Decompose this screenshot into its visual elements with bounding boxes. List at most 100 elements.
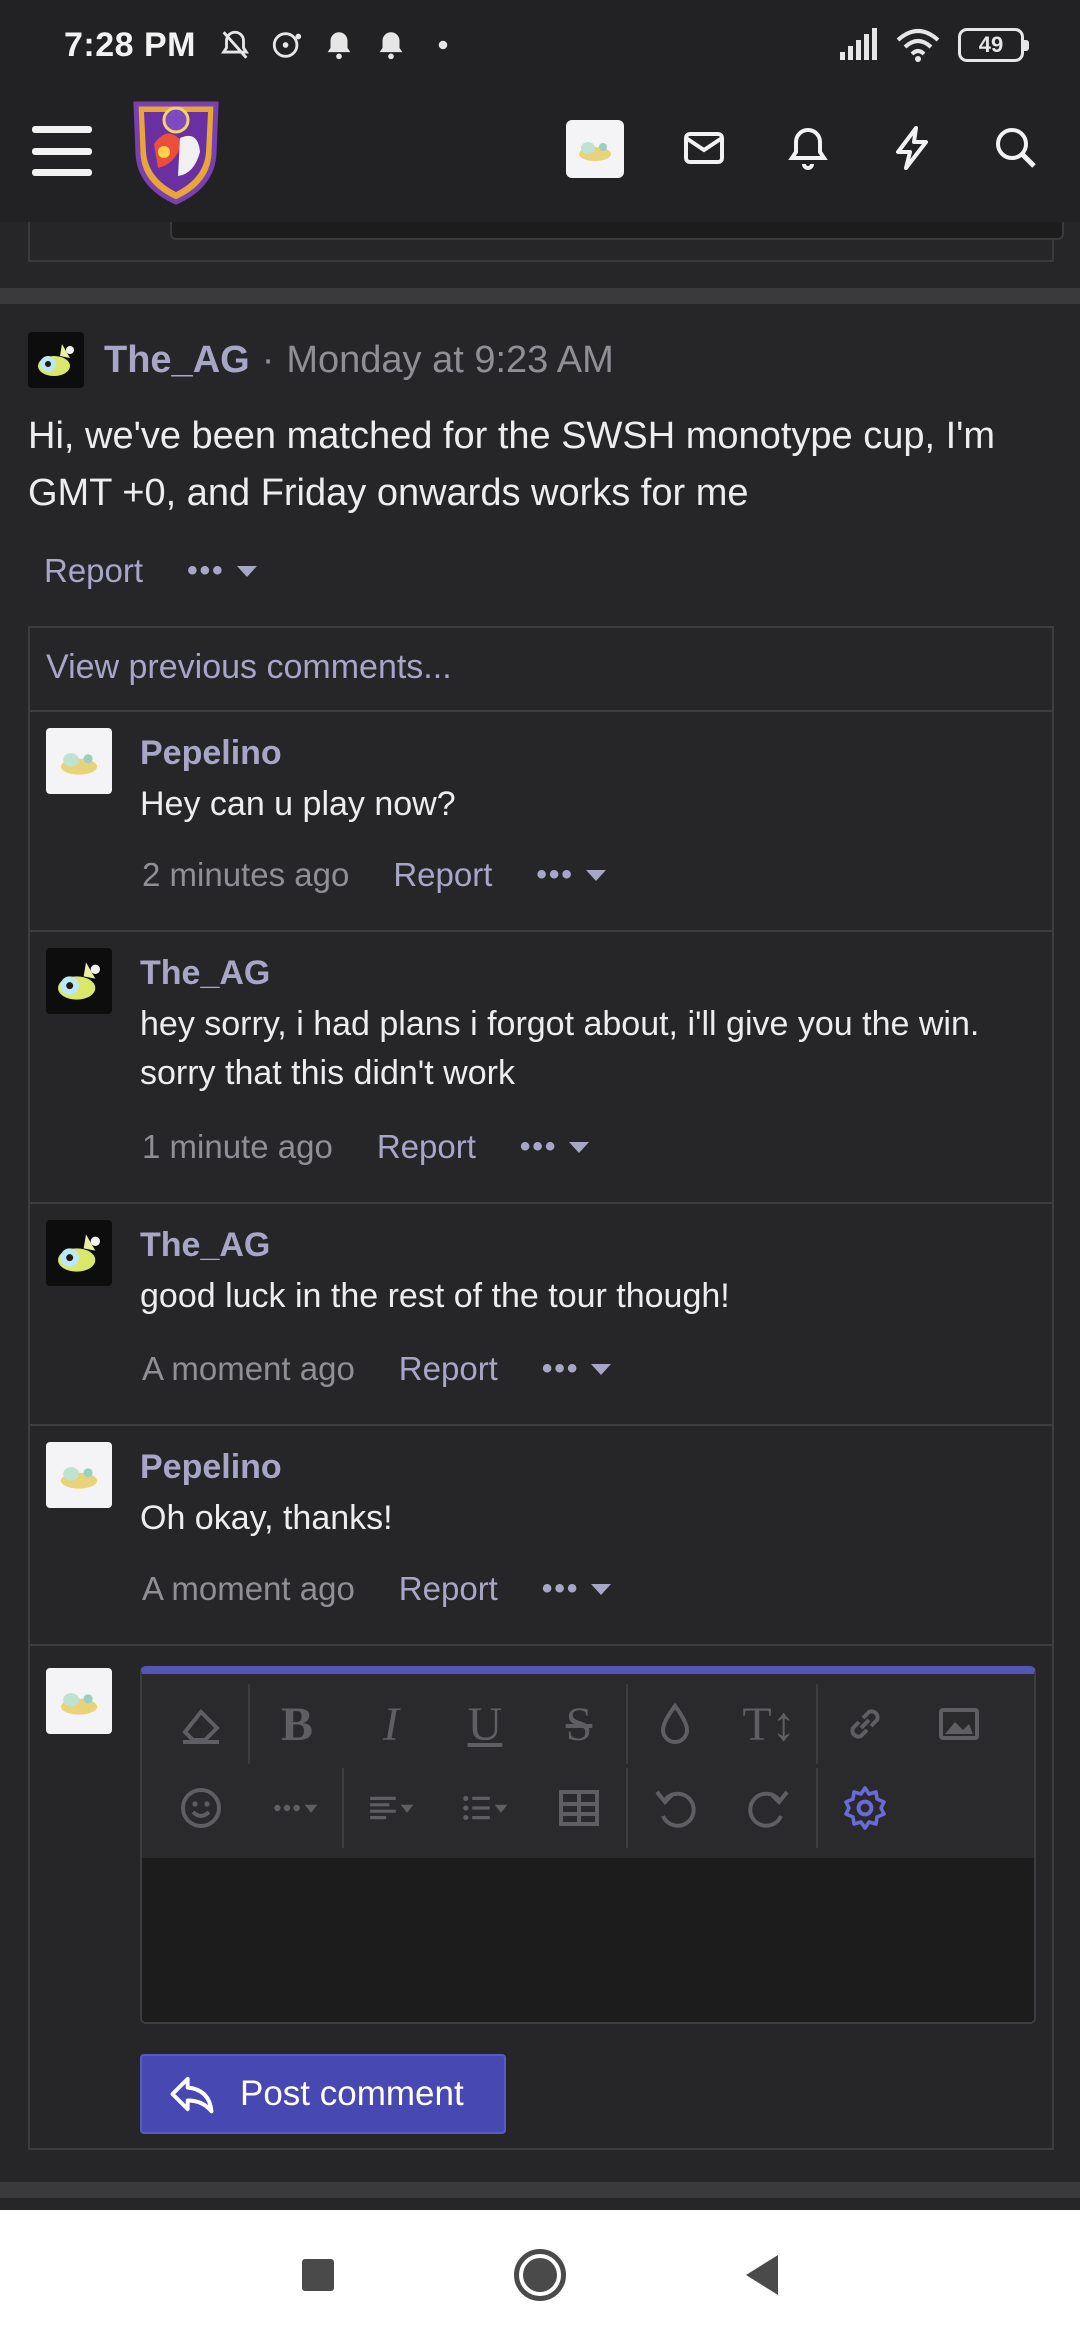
italic-icon[interactable]: I — [344, 1682, 438, 1766]
settings-icon[interactable] — [818, 1766, 912, 1850]
redo-icon[interactable] — [722, 1766, 816, 1850]
undo-icon[interactable] — [628, 1766, 722, 1850]
comment-meta: 2 minutes ago Report ••• — [142, 856, 606, 894]
comment: The_AG good luck in the rest of the tour… — [30, 1204, 1052, 1426]
post-date[interactable]: Monday at 9:23 AM — [286, 339, 613, 382]
editor-text-area[interactable] — [142, 1858, 1034, 2022]
comment-meta: A moment ago Report ••• — [142, 1350, 612, 1388]
site-logo[interactable] — [128, 94, 224, 206]
comment: Pepelino Oh okay, thanks! A moment ago R… — [30, 1426, 1052, 1646]
user-avatar[interactable] — [566, 120, 624, 178]
post-body: Hi, we've been matched for the SWSH mono… — [28, 415, 996, 514]
more-menu[interactable]: ••• — [536, 858, 606, 892]
align-icon[interactable] — [344, 1766, 438, 1850]
comment-avatar[interactable] — [46, 728, 112, 794]
comment-meta: 1 minute ago Report ••• — [142, 1128, 590, 1166]
post-actions: Report ••• — [44, 552, 257, 590]
comment: Pepelino Hey can u play now? 2 minutes a… — [30, 712, 1052, 932]
image-icon[interactable] — [912, 1682, 1006, 1766]
more-menu[interactable]: ••• — [542, 1352, 612, 1386]
dot-icon — [438, 40, 448, 50]
comment-time[interactable]: 1 minute ago — [142, 1128, 333, 1166]
strikethrough-icon[interactable]: S — [532, 1682, 626, 1766]
more-dropdown-icon[interactable] — [248, 1766, 342, 1850]
post-author-avatar[interactable] — [28, 332, 84, 388]
comment-editor: B I U S T↕ — [140, 1666, 1036, 2024]
comment-author[interactable]: Pepelino — [140, 734, 282, 773]
comment-text: good luck in the rest of the tour though… — [140, 1277, 730, 1315]
comment-avatar[interactable] — [46, 948, 112, 1014]
report-link[interactable]: Report — [44, 552, 143, 590]
chevron-down-icon — [236, 565, 257, 577]
home-button[interactable] — [514, 2249, 566, 2301]
color-drop-icon[interactable] — [628, 1682, 722, 1766]
comments-section: View previous comments... Pepelino Hey c… — [28, 626, 1054, 2150]
text-size-icon[interactable]: T↕ — [722, 1682, 816, 1766]
toolbar-row — [142, 1766, 1034, 1850]
more-menu[interactable]: ••• — [187, 554, 257, 588]
wifi-icon — [896, 29, 940, 62]
comment-author[interactable]: Pepelino — [140, 1448, 282, 1487]
report-link[interactable]: Report — [393, 856, 492, 894]
report-link[interactable]: Report — [377, 1128, 476, 1166]
comment-text: Hey can u play now? — [140, 785, 456, 823]
more-dots: ••• — [541, 1352, 580, 1385]
signal-icon — [840, 28, 877, 60]
post-divider — [0, 288, 1080, 304]
link-icon[interactable] — [818, 1682, 912, 1766]
chevron-down-icon — [585, 869, 606, 881]
post-comment-button[interactable]: Post comment — [140, 2054, 506, 2134]
search-icon[interactable] — [986, 118, 1046, 178]
chat-bubble-icon — [272, 32, 302, 58]
post-comment-label: Post comment — [240, 2074, 464, 2113]
underline-icon[interactable]: U — [438, 1682, 532, 1766]
recents-button[interactable] — [302, 2259, 334, 2291]
comment-time[interactable]: 2 minutes ago — [142, 856, 349, 894]
list-icon[interactable] — [438, 1766, 532, 1850]
post-header: The_AG · Monday at 9:23 AM — [28, 332, 614, 388]
report-link[interactable]: Report — [399, 1570, 498, 1608]
lightning-icon[interactable] — [882, 118, 942, 178]
more-menu[interactable]: ••• — [520, 1130, 590, 1164]
previous-comments-box — [28, 222, 1064, 262]
table-icon[interactable] — [532, 1766, 626, 1850]
app-header — [0, 90, 1080, 222]
comment-time[interactable]: A moment ago — [142, 1570, 355, 1608]
comment-avatar[interactable] — [46, 1220, 112, 1286]
back-button[interactable] — [746, 2255, 778, 2295]
dnd-off-icon — [221, 30, 249, 59]
comment: The_AG hey sorry, i had plans i forgot a… — [30, 932, 1052, 1204]
reply-icon — [170, 2076, 214, 2114]
eraser-icon[interactable] — [154, 1682, 248, 1766]
toolbar-row: B I U S T↕ — [142, 1682, 1034, 1766]
previous-post-tail — [0, 222, 1080, 282]
battery-level: 49 — [978, 32, 1004, 57]
chevron-down-icon — [569, 1141, 590, 1153]
battery-icon: 49 — [958, 28, 1029, 62]
chevron-down-icon — [591, 1583, 612, 1595]
chevron-down-icon — [591, 1363, 612, 1375]
previous-editor — [170, 222, 1064, 240]
reply-avatar — [46, 1668, 112, 1734]
comment-text: Oh okay, thanks! — [140, 1499, 393, 1537]
view-previous-comments[interactable]: View previous comments... — [30, 628, 1052, 712]
post-author[interactable]: The_AG — [104, 339, 250, 382]
bell-icon[interactable] — [778, 118, 838, 178]
more-menu[interactable]: ••• — [542, 1572, 612, 1606]
more-dots: ••• — [187, 554, 225, 587]
post-divider — [0, 2182, 1080, 2198]
menu-icon[interactable] — [32, 126, 92, 176]
post-separator: · — [261, 338, 275, 381]
emoji-icon[interactable] — [154, 1766, 248, 1850]
report-link[interactable]: Report — [399, 1350, 498, 1388]
comment-avatar[interactable] — [46, 1442, 112, 1508]
comment-author[interactable]: The_AG — [140, 954, 270, 993]
more-dots: ••• — [519, 1130, 558, 1163]
comment-time[interactable]: A moment ago — [142, 1350, 355, 1388]
comment-author[interactable]: The_AG — [140, 1226, 270, 1265]
status-bar: 7:28 PM 49 — [0, 0, 1080, 90]
mail-icon[interactable] — [674, 118, 734, 178]
more-dots: ••• — [536, 858, 574, 891]
status-system-icons: 49 — [838, 28, 1029, 62]
bold-icon[interactable]: B — [250, 1682, 344, 1766]
